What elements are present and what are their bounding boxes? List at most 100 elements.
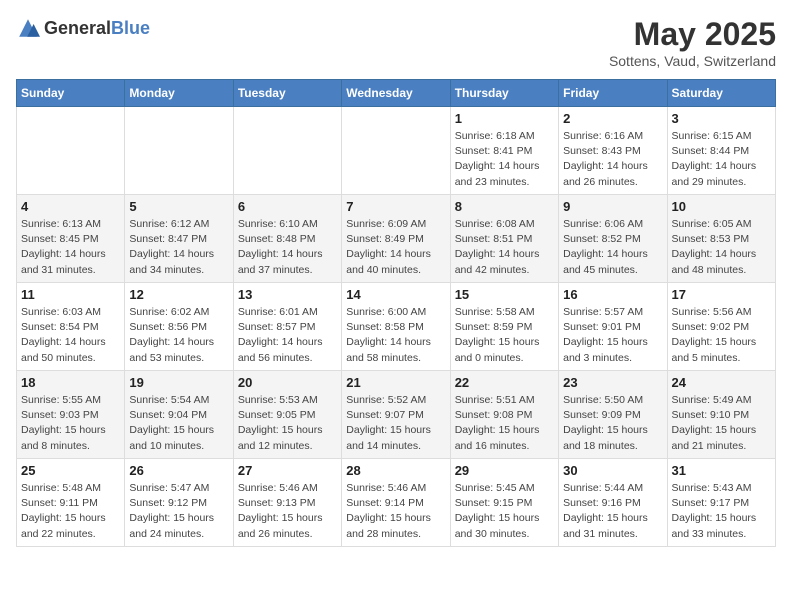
calendar-cell: 13 Sunrise: 6:01 AM Sunset: 8:57 PM Dayli…	[233, 283, 341, 371]
weekday-header-wednesday: Wednesday	[342, 80, 450, 107]
day-number: 11	[21, 287, 120, 302]
day-number: 17	[672, 287, 771, 302]
calendar-cell: 23 Sunrise: 5:50 AM Sunset: 9:09 PM Dayli…	[559, 371, 667, 459]
page-header: GeneralBlue May 2025 Sottens, Vaud, Swit…	[16, 16, 776, 69]
day-number: 28	[346, 463, 445, 478]
calendar-cell	[17, 107, 125, 195]
calendar-cell: 11 Sunrise: 6:03 AM Sunset: 8:54 PM Dayli…	[17, 283, 125, 371]
calendar-cell: 28 Sunrise: 5:46 AM Sunset: 9:14 PM Dayli…	[342, 459, 450, 547]
calendar-cell: 10 Sunrise: 6:05 AM Sunset: 8:53 PM Dayli…	[667, 195, 775, 283]
day-info: Sunrise: 5:44 AM Sunset: 9:16 PM Dayligh…	[563, 481, 662, 542]
day-info: Sunrise: 6:09 AM Sunset: 8:49 PM Dayligh…	[346, 217, 445, 278]
day-number: 3	[672, 111, 771, 126]
day-info: Sunrise: 6:05 AM Sunset: 8:53 PM Dayligh…	[672, 217, 771, 278]
calendar-cell: 12Sunrise: 6:02 AM Sunset: 8:56 PM Dayli…	[125, 283, 233, 371]
calendar-cell: 6 Sunrise: 6:10 AM Sunset: 8:48 PM Daylig…	[233, 195, 341, 283]
day-number: 13	[238, 287, 337, 302]
day-number: 16	[563, 287, 662, 302]
calendar-cell: 14 Sunrise: 6:00 AM Sunset: 8:58 PM Dayli…	[342, 283, 450, 371]
day-info: Sunrise: 5:46 AM Sunset: 9:14 PM Dayligh…	[346, 481, 445, 542]
day-info: Sunrise: 6:01 AM Sunset: 8:57 PM Dayligh…	[238, 305, 337, 366]
calendar-cell: 29 Sunrise: 5:45 AM Sunset: 9:15 PM Dayli…	[450, 459, 558, 547]
day-info: Sunrise: 6:00 AM Sunset: 8:58 PM Dayligh…	[346, 305, 445, 366]
day-info: Sunrise: 5:43 AM Sunset: 9:17 PM Dayligh…	[672, 481, 771, 542]
day-number: 5	[129, 199, 228, 214]
logo-icon	[16, 16, 40, 40]
day-number: 1	[455, 111, 554, 126]
calendar-cell: 25Sunrise: 5:48 AM Sunset: 9:11 PM Dayli…	[17, 459, 125, 547]
day-info: Sunrise: 5:45 AM Sunset: 9:15 PM Dayligh…	[455, 481, 554, 542]
day-info: Sunrise: 6:10 AM Sunset: 8:48 PM Dayligh…	[238, 217, 337, 278]
calendar-cell	[342, 107, 450, 195]
calendar-row-4: 25Sunrise: 5:48 AM Sunset: 9:11 PM Dayli…	[17, 459, 776, 547]
calendar-cell	[233, 107, 341, 195]
day-number: 27	[238, 463, 337, 478]
day-info: Sunrise: 6:15 AM Sunset: 8:44 PM Dayligh…	[672, 129, 771, 190]
day-number: 20	[238, 375, 337, 390]
day-number: 14	[346, 287, 445, 302]
day-info: Sunrise: 5:47 AM Sunset: 9:12 PM Dayligh…	[129, 481, 228, 542]
calendar-subtitle: Sottens, Vaud, Switzerland	[609, 53, 776, 69]
day-info: Sunrise: 5:49 AM Sunset: 9:10 PM Dayligh…	[672, 393, 771, 454]
calendar-cell: 5Sunrise: 6:12 AM Sunset: 8:47 PM Daylig…	[125, 195, 233, 283]
day-info: Sunrise: 5:46 AM Sunset: 9:13 PM Dayligh…	[238, 481, 337, 542]
calendar-cell: 9 Sunrise: 6:06 AM Sunset: 8:52 PM Daylig…	[559, 195, 667, 283]
day-info: Sunrise: 6:03 AM Sunset: 8:54 PM Dayligh…	[21, 305, 120, 366]
day-info: Sunrise: 5:57 AM Sunset: 9:01 PM Dayligh…	[563, 305, 662, 366]
day-number: 25	[21, 463, 120, 478]
calendar-cell: 27 Sunrise: 5:46 AM Sunset: 9:13 PM Dayli…	[233, 459, 341, 547]
logo-general-text: General	[44, 18, 111, 38]
calendar-cell: 18 Sunrise: 5:55 AM Sunset: 9:03 PM Dayli…	[17, 371, 125, 459]
day-number: 18	[21, 375, 120, 390]
calendar-cell: 22 Sunrise: 5:51 AM Sunset: 9:08 PM Dayli…	[450, 371, 558, 459]
calendar-row-1: 4 Sunrise: 6:13 AM Sunset: 8:45 PM Daylig…	[17, 195, 776, 283]
calendar-cell: 26Sunrise: 5:47 AM Sunset: 9:12 PM Dayli…	[125, 459, 233, 547]
day-number: 22	[455, 375, 554, 390]
day-number: 24	[672, 375, 771, 390]
calendar-cell: 8Sunrise: 6:08 AM Sunset: 8:51 PM Daylig…	[450, 195, 558, 283]
day-number: 23	[563, 375, 662, 390]
day-number: 9	[563, 199, 662, 214]
day-info: Sunrise: 5:58 AM Sunset: 8:59 PM Dayligh…	[455, 305, 554, 366]
day-number: 29	[455, 463, 554, 478]
day-info: Sunrise: 6:06 AM Sunset: 8:52 PM Dayligh…	[563, 217, 662, 278]
day-info: Sunrise: 5:51 AM Sunset: 9:08 PM Dayligh…	[455, 393, 554, 454]
logo: GeneralBlue	[16, 16, 150, 40]
day-number: 21	[346, 375, 445, 390]
day-info: Sunrise: 5:50 AM Sunset: 9:09 PM Dayligh…	[563, 393, 662, 454]
calendar-row-3: 18 Sunrise: 5:55 AM Sunset: 9:03 PM Dayli…	[17, 371, 776, 459]
day-number: 4	[21, 199, 120, 214]
weekday-header-saturday: Saturday	[667, 80, 775, 107]
day-info: Sunrise: 6:13 AM Sunset: 8:45 PM Dayligh…	[21, 217, 120, 278]
calendar-cell: 30Sunrise: 5:44 AM Sunset: 9:16 PM Dayli…	[559, 459, 667, 547]
day-info: Sunrise: 5:55 AM Sunset: 9:03 PM Dayligh…	[21, 393, 120, 454]
calendar-cell: 17 Sunrise: 5:56 AM Sunset: 9:02 PM Dayli…	[667, 283, 775, 371]
calendar-cell: 15 Sunrise: 5:58 AM Sunset: 8:59 PM Dayli…	[450, 283, 558, 371]
weekday-header-sunday: Sunday	[17, 80, 125, 107]
calendar-cell: 2Sunrise: 6:16 AM Sunset: 8:43 PM Daylig…	[559, 107, 667, 195]
title-area: May 2025 Sottens, Vaud, Switzerland	[609, 16, 776, 69]
weekday-header-monday: Monday	[125, 80, 233, 107]
calendar-title: May 2025	[609, 16, 776, 53]
calendar-cell: 7Sunrise: 6:09 AM Sunset: 8:49 PM Daylig…	[342, 195, 450, 283]
calendar-cell	[125, 107, 233, 195]
day-number: 6	[238, 199, 337, 214]
day-info: Sunrise: 5:56 AM Sunset: 9:02 PM Dayligh…	[672, 305, 771, 366]
weekday-header-tuesday: Tuesday	[233, 80, 341, 107]
day-number: 15	[455, 287, 554, 302]
calendar-cell: 21 Sunrise: 5:52 AM Sunset: 9:07 PM Dayli…	[342, 371, 450, 459]
day-number: 2	[563, 111, 662, 126]
day-info: Sunrise: 5:53 AM Sunset: 9:05 PM Dayligh…	[238, 393, 337, 454]
calendar-cell: 4 Sunrise: 6:13 AM Sunset: 8:45 PM Daylig…	[17, 195, 125, 283]
calendar-cell: 31 Sunrise: 5:43 AM Sunset: 9:17 PM Dayli…	[667, 459, 775, 547]
calendar-cell: 1Sunrise: 6:18 AM Sunset: 8:41 PM Daylig…	[450, 107, 558, 195]
calendar-cell: 19Sunrise: 5:54 AM Sunset: 9:04 PM Dayli…	[125, 371, 233, 459]
day-number: 8	[455, 199, 554, 214]
day-info: Sunrise: 5:52 AM Sunset: 9:07 PM Dayligh…	[346, 393, 445, 454]
day-info: Sunrise: 5:54 AM Sunset: 9:04 PM Dayligh…	[129, 393, 228, 454]
calendar-row-2: 11 Sunrise: 6:03 AM Sunset: 8:54 PM Dayli…	[17, 283, 776, 371]
weekday-header-thursday: Thursday	[450, 80, 558, 107]
day-number: 31	[672, 463, 771, 478]
calendar-cell: 16 Sunrise: 5:57 AM Sunset: 9:01 PM Dayli…	[559, 283, 667, 371]
day-number: 10	[672, 199, 771, 214]
